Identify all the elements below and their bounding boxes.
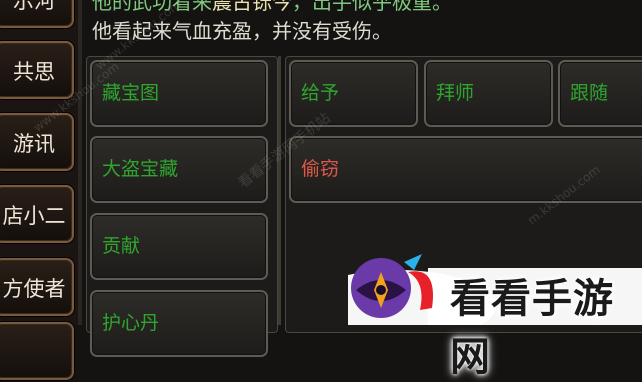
sidebar-item-4[interactable]: 店小二 [0,185,74,243]
become-apprentice-button[interactable]: 拜师 [424,60,553,127]
sidebar-item-6[interactable] [0,322,74,380]
sidebar-divider [78,0,82,325]
panel-separator [278,56,281,325]
follow-button[interactable]: 跟随 [558,60,642,127]
martial-rank-highlight: 震古铄今 [212,0,292,14]
sidebar-item-2[interactable]: 共思 [0,41,74,99]
sidebar-item-1[interactable]: 示河 [0,0,74,28]
sidebar-item-label: 游讯 [13,132,55,156]
sidebar-item-label: 共思 [13,60,55,84]
npc-health-line: 他看起来气血充盈，并没有受伤。 [92,19,392,43]
sidebar-item-label: 方使者 [2,277,66,301]
sidebar-menu: 示河 共思 游讯 店小二 方使者 [0,0,82,380]
sidebar-item-label: 示河 [13,0,55,13]
heart-pill-button[interactable]: 护心丹 [90,290,268,357]
contribute-button[interactable]: 贡献 [90,213,268,280]
sidebar-item-label: 店小二 [2,204,66,228]
sidebar-item-5[interactable]: 方使者 [0,258,74,316]
site-logo-text: 看看手游网 [450,275,614,380]
